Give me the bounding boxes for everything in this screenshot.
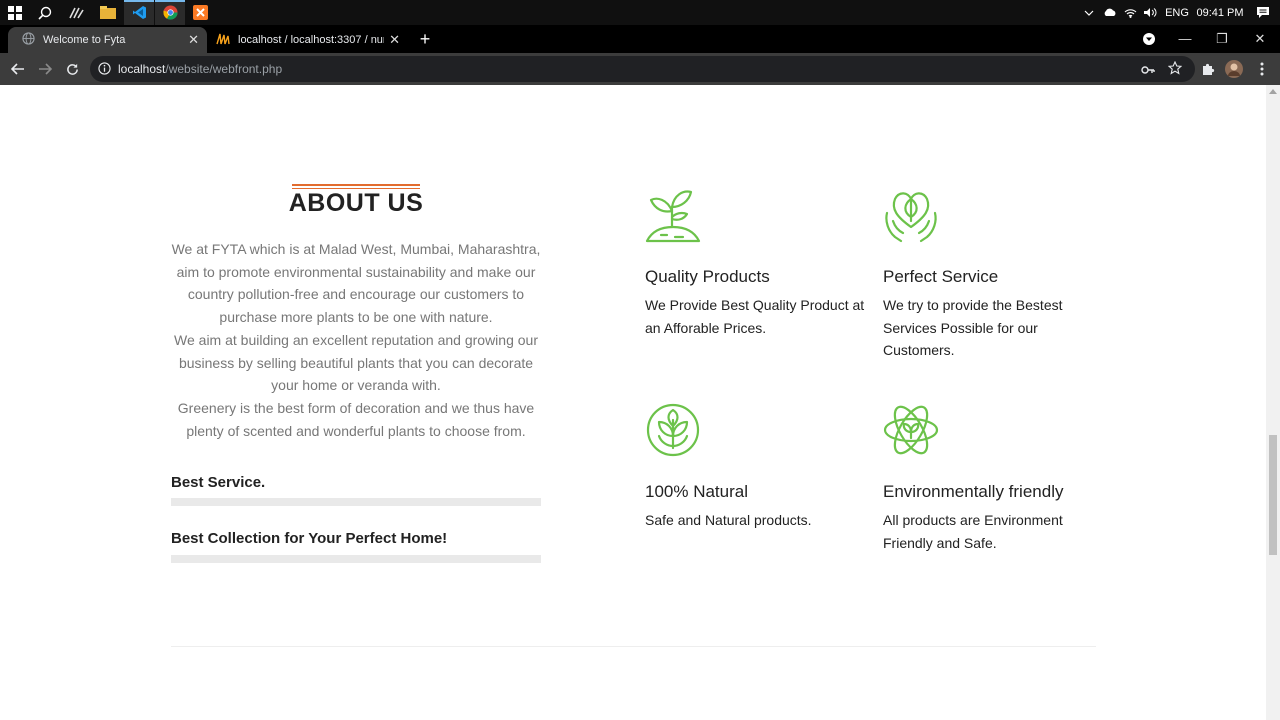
url-text: localhost/website/webfront.php (118, 62, 282, 76)
leaf-badge-icon (646, 403, 700, 457)
clock[interactable]: 09:41 PM (1194, 7, 1246, 19)
address-bar[interactable]: localhost/website/webfront.php (90, 56, 1195, 82)
page-scrollbar[interactable] (1266, 85, 1280, 720)
tab-welcome-to-fyta[interactable]: Welcome to Fyta ✕ (8, 27, 207, 53)
system-tray: ENG 09:41 PM (1078, 0, 1280, 25)
url-host: localhost (118, 62, 166, 76)
browser-tab-strip: Welcome to Fyta ✕ localhost / localhost:… (0, 25, 1280, 53)
browser-toolbar: localhost/website/webfront.php (0, 53, 1280, 85)
skill-progress-bar (171, 498, 541, 506)
skill-progress-bar (171, 555, 541, 563)
page-content: ABOUT US We at FYTA which is at Malad We… (0, 85, 1266, 720)
about-paragraph: We at FYTA which is at Malad West, Mumba… (171, 241, 541, 326)
sprout-icon (645, 190, 701, 243)
windows-start-icon[interactable] (0, 0, 30, 25)
feature-title: Perfect Service (883, 267, 999, 286)
about-paragraph: Greenery is the best form of decoration … (177, 399, 535, 439)
new-tab-button[interactable]: + (414, 28, 436, 50)
search-icon[interactable] (30, 0, 60, 25)
about-description: We at FYTA which is at Malad West, Mumba… (171, 238, 541, 442)
wifi-icon[interactable] (1120, 7, 1140, 18)
onedrive-cloud-icon[interactable] (1100, 8, 1120, 17)
atom-leaf-icon (883, 405, 939, 455)
windows-taskbar: ENG 09:41 PM (0, 0, 1280, 25)
vscode-icon[interactable] (124, 0, 154, 25)
skill-label: Best Collection for Your Perfect Home! (171, 530, 448, 547)
forward-arrow-icon[interactable] (33, 57, 57, 81)
feature-perfect-service: Perfect Service We try to provide the Be… (883, 187, 1113, 358)
phpmyadmin-icon (216, 33, 230, 48)
tab-phpmyadmin[interactable]: localhost / localhost:3307 / nurse ✕ (202, 27, 408, 53)
feature-environmentally-friendly: Environmentally friendly All products ar… (883, 402, 1113, 551)
feature-description: Safe and Natural products. (645, 512, 812, 528)
volume-icon[interactable] (1140, 7, 1160, 18)
feature-description: All products are Environment Friendly an… (883, 512, 1063, 551)
about-title: ABOUT US (288, 189, 424, 217)
feature-title: Environmentally friendly (883, 482, 1064, 501)
profile-avatar[interactable] (1222, 57, 1246, 81)
title-accent-line (292, 184, 420, 186)
feature-100-natural: 100% Natural Safe and Natural products. (645, 402, 875, 528)
feature-description: We try to provide the Bestest Services P… (883, 297, 1063, 359)
notification-icon[interactable] (1246, 6, 1280, 19)
feature-quality-products: Quality Products We Provide Best Quality… (645, 187, 875, 336)
kebab-menu-icon[interactable] (1250, 57, 1274, 81)
scroll-thumb[interactable] (1269, 435, 1277, 555)
close-tab-icon[interactable]: ✕ (188, 33, 199, 47)
skill-label: Best Service. (171, 474, 266, 491)
feature-description: We Provide Best Quality Product at an Af… (645, 297, 865, 336)
heart-hands-leaf-icon (885, 192, 937, 243)
minimize-icon[interactable]: — (1166, 25, 1204, 53)
back-arrow-icon[interactable] (6, 57, 30, 81)
profile-dropdown-icon[interactable] (1130, 25, 1168, 53)
key-icon[interactable] (1141, 62, 1155, 80)
section-divider (171, 646, 1096, 647)
globe-icon (22, 32, 35, 48)
feature-title: Quality Products (645, 267, 770, 286)
close-window-icon[interactable]: ✕ (1241, 25, 1279, 53)
language-indicator[interactable]: ENG (1160, 7, 1194, 19)
bookmark-star-icon[interactable] (1167, 60, 1183, 80)
feature-title: 100% Natural (645, 482, 749, 501)
file-explorer-icon[interactable] (93, 0, 123, 25)
dev-app-icon[interactable] (62, 0, 92, 25)
tab-title: localhost / localhost:3307 / nurse (238, 34, 384, 46)
close-tab-icon[interactable]: ✕ (389, 33, 400, 47)
info-icon[interactable] (98, 62, 111, 80)
url-path: /website/webfront.php (165, 62, 283, 76)
xampp-icon[interactable] (185, 0, 215, 25)
chrome-icon[interactable] (155, 0, 185, 25)
chevron-up-icon[interactable] (1078, 10, 1100, 16)
scroll-up-arrow-icon[interactable] (1269, 89, 1277, 94)
reload-icon[interactable] (60, 57, 84, 81)
tab-title: Welcome to Fyta (43, 34, 126, 46)
about-paragraph: We aim at building an excellent reputati… (174, 331, 538, 394)
maximize-icon[interactable]: ❐ (1203, 25, 1241, 53)
extensions-puzzle-icon[interactable] (1196, 57, 1220, 81)
